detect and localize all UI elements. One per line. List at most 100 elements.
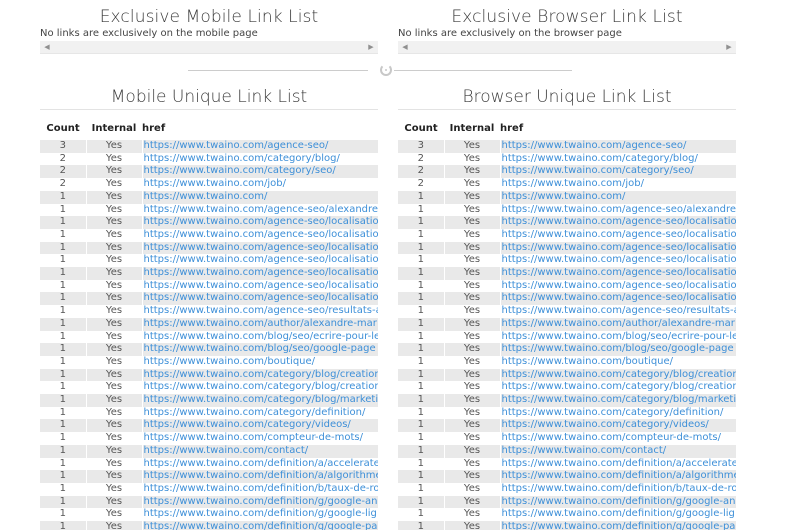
row-href-link[interactable]: https://www.twaino.com/author/alexandre-… bbox=[142, 317, 378, 331]
mobile-unique-table-body: 3 Yes https://www.twaino.com/agence-seo/2 Y… bbox=[40, 140, 378, 530]
row-count-cell: 1 bbox=[40, 241, 86, 255]
row-internal-cell: Yes bbox=[85, 203, 143, 217]
row-href-link[interactable]: https://www.twaino.com/category/blog/cre… bbox=[142, 381, 378, 395]
row-internal-cell: Yes bbox=[85, 406, 143, 420]
row-href-link[interactable]: https://www.twaino.com/definition/b/taux… bbox=[500, 482, 736, 496]
row-href-link[interactable]: https://www.twaino.com/category/blog/mar… bbox=[500, 394, 736, 407]
row-href-link[interactable]: https://www.twaino.com/compteur-de-mots/ bbox=[500, 432, 736, 445]
row-href-link[interactable]: https://www.twaino.com/definition/g/goog… bbox=[142, 521, 378, 530]
row-href-link[interactable]: https://www.twaino.com/definition/a/acce… bbox=[500, 457, 736, 471]
row-href-link[interactable]: https://www.twaino.com/agence-seo/locali… bbox=[142, 292, 378, 306]
row-href-link[interactable]: https://www.twaino.com/boutique/ bbox=[142, 355, 378, 369]
row-href-link[interactable]: https://www.twaino.com/definition/g/goog… bbox=[500, 495, 736, 509]
row-internal-cell: Yes bbox=[443, 432, 501, 445]
row-href-link[interactable]: https://www.twaino.com/category/videos/ bbox=[500, 419, 736, 433]
row-href-link[interactable]: https://www.twaino.com/contact/ bbox=[142, 444, 378, 458]
table-row: 1 Yes https://www.twaino.com/category/defi… bbox=[40, 406, 378, 420]
column-header-href[interactable]: href bbox=[500, 116, 736, 140]
row-href-link[interactable]: https://www.twaino.com/definition/g/goog… bbox=[500, 521, 736, 530]
row-href-link[interactable]: https://www.twaino.com/blog/seo/ecrire-p… bbox=[142, 330, 378, 344]
row-count-cell: 1 bbox=[398, 394, 444, 407]
row-internal-cell: Yes bbox=[443, 178, 501, 191]
row-href-link[interactable]: https://www.twaino.com/definition/g/goog… bbox=[142, 495, 378, 509]
row-href-link[interactable]: https://www.twaino.com/agence-seo/locali… bbox=[500, 279, 736, 293]
row-href-link[interactable]: https://www.twaino.com/definition/b/taux… bbox=[142, 482, 378, 496]
row-href-link[interactable]: https://www.twaino.com/job/ bbox=[142, 178, 378, 191]
row-href-link[interactable]: https://www.twaino.com/agence-seo/alexan… bbox=[500, 203, 736, 217]
row-href-link[interactable]: https://www.twaino.com/agence-seo/locali… bbox=[142, 228, 378, 242]
row-href-link[interactable]: https://www.twaino.com/category/seo/ bbox=[142, 165, 378, 179]
row-href-link[interactable]: https://www.twaino.com/category/blog/cre… bbox=[500, 381, 736, 395]
row-href-link[interactable]: https://www.twaino.com/author/alexandre-… bbox=[500, 317, 736, 331]
row-href-link[interactable]: https://www.twaino.com/category/definiti… bbox=[142, 406, 378, 420]
row-href-link[interactable]: https://www.twaino.com/agence-seo/locali… bbox=[500, 241, 736, 255]
column-header-count[interactable]: Count bbox=[40, 116, 86, 140]
row-href-link[interactable]: https://www.twaino.com/job/ bbox=[500, 178, 736, 191]
row-href-link[interactable]: https://www.twaino.com/contact/ bbox=[500, 444, 736, 458]
scroll-left-arrow-icon[interactable]: ◀ bbox=[399, 41, 411, 53]
scroll-right-arrow-icon[interactable]: ▶ bbox=[723, 41, 735, 53]
table-row: 1 Yes https://www.twaino.com/agence-seo/re… bbox=[398, 305, 736, 318]
row-internal-cell: Yes bbox=[443, 419, 501, 433]
row-href-link[interactable]: https://www.twaino.com/boutique/ bbox=[500, 355, 736, 369]
row-internal-cell: Yes bbox=[85, 343, 143, 356]
row-href-link[interactable]: https://www.twaino.com/agence-seo/ bbox=[142, 140, 378, 153]
row-href-link[interactable]: https://www.twaino.com/ bbox=[500, 190, 736, 204]
row-href-link[interactable]: https://www.twaino.com/blog/seo/google-p… bbox=[142, 343, 378, 356]
row-href-link[interactable]: https://www.twaino.com/agence-seo/locali… bbox=[500, 228, 736, 242]
row-internal-cell: Yes bbox=[443, 254, 501, 268]
row-href-link[interactable]: https://www.twaino.com/agence-seo/locali… bbox=[500, 292, 736, 306]
column-header-href[interactable]: href bbox=[142, 116, 378, 140]
row-href-link[interactable]: https://www.twaino.com/agence-seo/result… bbox=[142, 305, 378, 318]
row-count-cell: 1 bbox=[398, 254, 444, 268]
row-href-link[interactable]: https://www.twaino.com/definition/g/goog… bbox=[500, 508, 736, 522]
row-href-link[interactable]: https://www.twaino.com/agence-seo/locali… bbox=[142, 241, 378, 255]
table-row: 1 Yes https://www.twaino.com/agence-seo/lo… bbox=[40, 292, 378, 306]
column-header-internal[interactable]: Internal bbox=[444, 116, 500, 140]
row-href-link[interactable]: https://www.twaino.com/blog/seo/ecrire-p… bbox=[500, 330, 736, 344]
row-count-cell: 1 bbox=[398, 381, 444, 395]
exclusive-mobile-scrollbar[interactable]: ◀ ▶ bbox=[40, 41, 378, 54]
row-href-link[interactable]: https://www.twaino.com/agence-seo/locali… bbox=[142, 279, 378, 293]
row-href-link[interactable]: https://www.twaino.com/agence-seo/ bbox=[500, 140, 736, 153]
row-count-cell: 1 bbox=[40, 457, 86, 471]
row-href-link[interactable]: https://www.twaino.com/blog/seo/google-p… bbox=[500, 343, 736, 356]
row-href-link[interactable]: https://www.twaino.com/agence-seo/locali… bbox=[500, 216, 736, 229]
row-href-link[interactable]: https://www.twaino.com/agence-seo/result… bbox=[500, 305, 736, 318]
row-href-link[interactable]: https://www.twaino.com/category/blog/ bbox=[142, 152, 378, 166]
row-href-link[interactable]: https://www.twaino.com/ bbox=[142, 190, 378, 204]
scroll-left-arrow-icon[interactable]: ◀ bbox=[41, 41, 53, 53]
row-href-link[interactable]: https://www.twaino.com/category/definiti… bbox=[500, 406, 736, 420]
row-href-link[interactable]: https://www.twaino.com/definition/a/acce… bbox=[142, 457, 378, 471]
row-internal-cell: Yes bbox=[443, 521, 501, 530]
row-href-link[interactable]: https://www.twaino.com/agence-seo/locali… bbox=[500, 267, 736, 280]
row-href-link[interactable]: https://www.twaino.com/definition/a/algo… bbox=[500, 470, 736, 483]
row-href-link[interactable]: https://www.twaino.com/definition/g/goog… bbox=[142, 508, 378, 522]
row-href-link[interactable]: https://www.twaino.com/category/blog/cre… bbox=[142, 368, 378, 382]
row-href-link[interactable]: https://www.twaino.com/agence-seo/locali… bbox=[142, 267, 378, 280]
row-href-link[interactable]: https://www.twaino.com/agence-seo/locali… bbox=[142, 216, 378, 229]
row-href-link[interactable]: https://www.twaino.com/category/blog/cre… bbox=[500, 368, 736, 382]
row-href-link[interactable]: https://www.twaino.com/category/videos/ bbox=[142, 419, 378, 433]
refresh-icon bbox=[380, 64, 392, 76]
scroll-right-arrow-icon[interactable]: ▶ bbox=[365, 41, 377, 53]
row-href-link[interactable]: https://www.twaino.com/category/seo/ bbox=[500, 165, 736, 179]
row-href-link[interactable]: https://www.twaino.com/compteur-de-mots/ bbox=[142, 432, 378, 445]
row-href-link[interactable]: https://www.twaino.com/agence-seo/alexan… bbox=[142, 203, 378, 217]
row-href-link[interactable]: https://www.twaino.com/category/blog/ bbox=[500, 152, 736, 166]
row-internal-cell: Yes bbox=[443, 444, 501, 458]
row-count-cell: 1 bbox=[40, 368, 86, 382]
row-internal-cell: Yes bbox=[85, 152, 143, 166]
exclusive-browser-scrollbar[interactable]: ◀ ▶ bbox=[398, 41, 736, 54]
row-count-cell: 2 bbox=[40, 152, 86, 166]
row-href-link[interactable]: https://www.twaino.com/agence-seo/locali… bbox=[142, 254, 378, 268]
column-header-count[interactable]: Count bbox=[398, 116, 444, 140]
row-href-link[interactable]: https://www.twaino.com/definition/a/algo… bbox=[142, 470, 378, 483]
row-count-cell: 1 bbox=[398, 330, 444, 344]
row-href-link[interactable]: https://www.twaino.com/category/blog/mar… bbox=[142, 394, 378, 407]
column-header-internal[interactable]: Internal bbox=[86, 116, 142, 140]
row-href-link[interactable]: https://www.twaino.com/agence-seo/locali… bbox=[500, 254, 736, 268]
table-row: 1 Yes https://www.twaino.com/category/blog… bbox=[40, 368, 378, 382]
row-internal-cell: Yes bbox=[85, 470, 143, 483]
table-row: 1 Yes https://www.twaino.com/category/blog… bbox=[40, 381, 378, 395]
